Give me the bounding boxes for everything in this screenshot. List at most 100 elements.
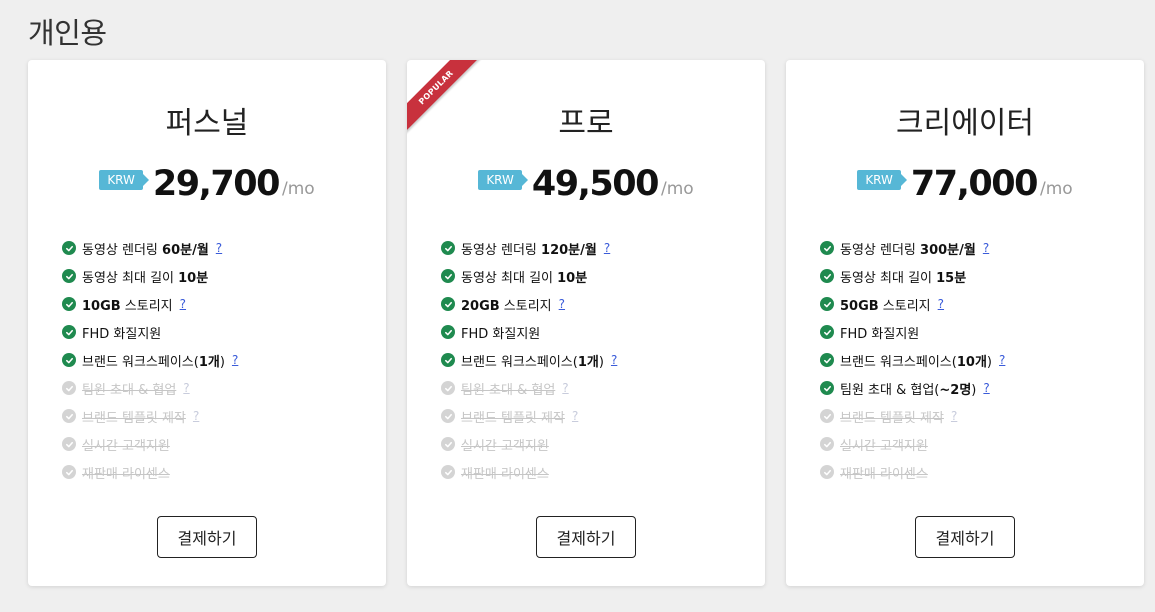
feature-text: 동영상 최대 길이 10분 [461, 267, 587, 286]
help-link[interactable]: ? [951, 409, 957, 423]
help-link[interactable]: ? [562, 381, 568, 395]
check-circle-icon [820, 353, 834, 367]
feature-item: 재판매 라이센스 [820, 458, 1005, 486]
feature-text-part: 브랜드 워크스페이스( [840, 354, 957, 370]
feature-text: 재판매 라이센스 [840, 463, 928, 482]
feature-text-part: 동영상 최대 길이 [82, 270, 179, 286]
feature-text: 50GB 스토리지 [840, 295, 931, 314]
feature-text-part: 60분/월 [162, 242, 209, 258]
feature-text: 20GB 스토리지 [461, 295, 552, 314]
check-circle-icon [820, 269, 834, 283]
price-period: /mo [660, 179, 694, 199]
feature-text-part: ) [598, 354, 604, 370]
feature-text-part: 300분/월 [920, 242, 976, 258]
check-circle-icon [441, 325, 455, 339]
feature-text-part: 재판매 라이센스 [461, 466, 549, 482]
feature-list: 동영상 렌더링 60분/월? 동영상 최대 길이 10분 10GB 스토리지? FHD… [62, 234, 238, 486]
check-circle-icon [441, 381, 455, 395]
check-circle-icon [441, 409, 455, 423]
feature-text: 브랜드 템플릿 제작 [82, 407, 186, 426]
check-circle-icon [62, 325, 76, 339]
section-title: 개인용 [28, 16, 107, 50]
feature-text: 실시간 고객지원 [840, 435, 928, 454]
price-row: KRW 29,700 /mo [28, 164, 386, 204]
check-circle-icon [62, 437, 76, 451]
help-link[interactable]: ? [559, 297, 565, 311]
checkout-button-personal[interactable]: 결제하기 [157, 516, 257, 558]
check-circle-icon [441, 297, 455, 311]
feature-text: 브랜드 워크스페이스(10개) [840, 351, 992, 370]
help-link[interactable]: ? [180, 297, 186, 311]
help-link[interactable]: ? [572, 409, 578, 423]
feature-item: 50GB 스토리지? [820, 290, 1005, 318]
feature-item: 재판매 라이센스 [62, 458, 238, 486]
help-link[interactable]: ? [983, 381, 989, 395]
feature-text-part: FHD 화질지원 [82, 326, 162, 342]
feature-text: 팀원 초대 & 협업 [461, 379, 555, 398]
feature-item: 브랜드 템플릿 제작? [441, 402, 617, 430]
feature-text-part: 10분 [178, 270, 209, 286]
checkout-button-pro[interactable]: 결제하기 [536, 516, 636, 558]
feature-text-part: 스토리지 [878, 298, 931, 314]
feature-text-part: 브랜드 워크스페이스( [461, 354, 578, 370]
help-link[interactable]: ? [193, 409, 199, 423]
feature-text: 브랜드 템플릿 제작 [840, 407, 944, 426]
feature-text-part: 실시간 고객지원 [840, 438, 928, 454]
feature-item: 재판매 라이센스 [441, 458, 617, 486]
feature-text-part: ) [971, 382, 977, 398]
feature-text-part: 팀원 초대 & 협업 [461, 382, 556, 398]
feature-text-part: 20GB [461, 298, 500, 314]
feature-text-part: ) [219, 354, 225, 370]
check-circle-icon [62, 269, 76, 283]
check-circle-icon [62, 381, 76, 395]
feature-text: 실시간 고객지원 [82, 435, 170, 454]
feature-text-part: 실시간 고객지원 [461, 438, 549, 454]
checkout-button-creator[interactable]: 결제하기 [915, 516, 1015, 558]
plan-name: 프로 [558, 106, 614, 141]
feature-text-part: FHD 화질지원 [840, 326, 920, 342]
help-link[interactable]: ? [983, 241, 989, 255]
feature-item: 실시간 고객지원 [820, 430, 1005, 458]
feature-item: 실시간 고객지원 [441, 430, 617, 458]
check-circle-icon [62, 297, 76, 311]
feature-text: FHD 화질지원 [461, 323, 540, 342]
feature-text-part: 재판매 라이센스 [840, 466, 928, 482]
price-period: /mo [281, 179, 315, 199]
price-row: KRW 77,000 /mo [786, 164, 1144, 204]
feature-text-part: 15분 [936, 270, 967, 286]
help-link[interactable]: ? [999, 353, 1005, 367]
feature-text-part: 1개 [577, 354, 599, 370]
feature-item: 동영상 최대 길이 10분 [62, 262, 238, 290]
help-link[interactable]: ? [216, 241, 222, 255]
feature-text-part: ~2명 [939, 382, 972, 398]
feature-text-part: 동영상 최대 길이 [461, 270, 558, 286]
feature-item: FHD 화질지원 [62, 318, 238, 346]
help-link[interactable]: ? [611, 353, 617, 367]
feature-text-part: 브랜드 워크스페이스( [82, 354, 199, 370]
feature-text: 동영상 렌더링 120분/월 [461, 239, 597, 258]
feature-text-part: FHD 화질지원 [461, 326, 541, 342]
currency-badge: KRW [478, 170, 528, 190]
help-link[interactable]: ? [938, 297, 944, 311]
feature-item: 20GB 스토리지? [441, 290, 617, 318]
check-circle-icon [62, 465, 76, 479]
feature-item: 브랜드 워크스페이스(1개)? [62, 346, 238, 374]
help-link[interactable]: ? [232, 353, 238, 367]
feature-item: 동영상 렌더링 60분/월? [62, 234, 238, 262]
feature-text-part: 동영상 최대 길이 [840, 270, 937, 286]
help-link[interactable]: ? [183, 381, 189, 395]
feature-text: 팀원 초대 & 협업(~2명) [840, 379, 976, 398]
feature-text: 동영상 최대 길이 10분 [82, 267, 208, 286]
feature-text: 동영상 렌더링 60분/월 [82, 239, 209, 258]
feature-item: 브랜드 워크스페이스(10개)? [820, 346, 1005, 374]
check-circle-icon [441, 269, 455, 283]
feature-text-part: 재판매 라이센스 [82, 466, 170, 482]
price-period: /mo [1039, 179, 1073, 199]
feature-item: 10GB 스토리지? [62, 290, 238, 318]
feature-text-part: 브랜드 템플릿 제작 [461, 410, 565, 426]
plan-card-pro: POPULAR 프로 KRW 49,500 /mo 동영상 렌더링 120분/월… [407, 60, 765, 586]
feature-item: 동영상 렌더링 120분/월? [441, 234, 617, 262]
price-row: KRW 49,500 /mo [407, 164, 765, 204]
check-circle-icon [820, 381, 834, 395]
help-link[interactable]: ? [604, 241, 610, 255]
